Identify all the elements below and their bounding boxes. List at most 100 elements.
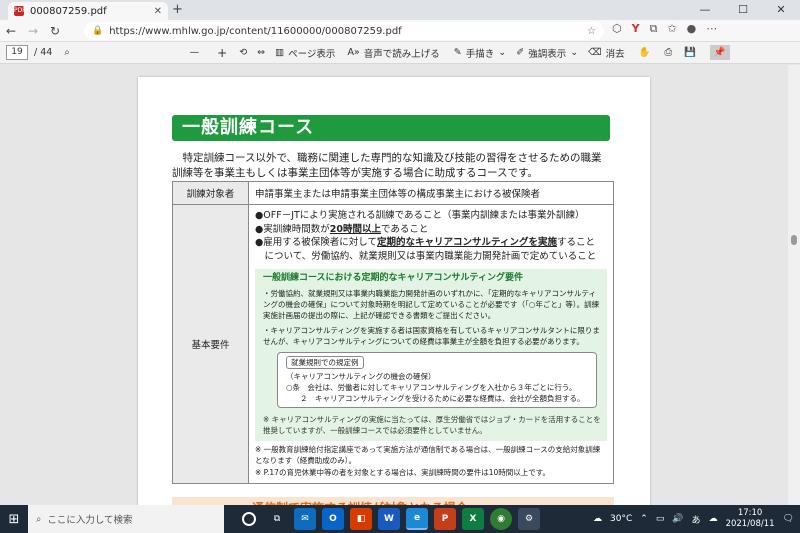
print-icon[interactable]: ⎙ — [664, 47, 672, 58]
minimize-button[interactable]: — — [686, 0, 724, 20]
new-tab-button[interactable]: + — [172, 2, 183, 17]
windows-start-icon[interactable]: ⊞ — [0, 512, 28, 527]
intro-text: 特定訓練コース以外で、職務に関連した専門的な知識及び技能の習得をさせるための職業… — [172, 152, 602, 179]
next-section-heading: 通信制で実施する訓練が対象となる場合 — [172, 497, 614, 505]
page-title: 一般訓練コース — [172, 115, 610, 141]
weather-temp[interactable]: 30°C — [610, 514, 632, 524]
taskbar: ⊞ ⌕ ここに入力して検索 ⧉ ✉ O ◧ W e P X ◉ ⚙ ☁ 30°C… — [0, 505, 800, 533]
url-field[interactable]: 🔒 https://www.mhlw.go.jp/content/1160000… — [84, 22, 604, 40]
office-icon[interactable]: ◧ — [350, 508, 372, 530]
fit-page-icon[interactable]: ⇔ — [257, 47, 265, 58]
edge-icon[interactable]: e — [406, 508, 428, 530]
page-view-button[interactable]: ▥ ページ表示 — [275, 46, 335, 60]
table-row: 訓練対象者 申請事業主または申請事業主団体等の構成事業主における被保険者 — [172, 181, 614, 205]
draw-label: 手描き — [465, 48, 495, 60]
system-tray: ☁ 30°C ⌃ ▭ 🔊 あ ☁ 17:10 2021/08/11 🗨 — [593, 508, 800, 530]
cortana-icon[interactable] — [242, 512, 256, 526]
window-controls: — ☐ ✕ — [686, 0, 800, 20]
tab-title: 000807259.pdf — [30, 5, 107, 17]
volume-icon[interactable]: 🔊 — [672, 514, 683, 524]
onedrive-icon[interactable]: ☁ — [709, 514, 718, 524]
refresh-icon[interactable]: ↻ — [44, 24, 66, 38]
clock[interactable]: 17:10 2021/08/11 — [726, 508, 775, 530]
browser-actions: ⬡ Y ⧉ ✩ ● ⋯ — [612, 22, 717, 36]
highlight-label: 強調表示 — [528, 48, 567, 60]
requirement-3-cont: について、労働協約、就業規則又は事業内職業能力開発計画で定めていること — [255, 250, 597, 262]
page-number-input[interactable]: 19 — [6, 45, 28, 60]
maximize-button[interactable]: ☐ — [724, 0, 762, 20]
green-box-paragraph: ・労働協約、就業規則又は事業内職業能力開発計画のいずれかに、「定期的なキャリアコ… — [263, 289, 600, 320]
tab-close-icon[interactable]: ✕ — [154, 6, 162, 17]
clock-date: 2021/08/11 — [725, 519, 775, 529]
document-viewport[interactable]: 一般訓練コース 特定訓練コース以外で、職務に関連した専門的な知識及び技能の習得を… — [0, 65, 800, 505]
requirement-text: ●雇用する被保険者に対して — [255, 237, 378, 248]
erase-button[interactable]: ⌫ 消去 — [588, 46, 624, 60]
requirement-text: すること — [556, 237, 595, 248]
pdf-icon: PDF — [14, 6, 26, 16]
lock-icon: 🔒 — [92, 26, 104, 36]
pin-icon[interactable]: 📌 — [709, 45, 730, 60]
outlook-icon[interactable]: O — [322, 508, 344, 530]
task-view-icon[interactable]: ⧉ — [266, 508, 288, 530]
table-row: 基本要件 ●OFF－JTにより実施される訓練であること（事業内訓練または事業外訓… — [172, 204, 614, 484]
rule-line: ２ キャリアコンサルティングを受けるために必要な経費は、会社が全額負担する。 — [300, 394, 585, 403]
word-icon[interactable]: W — [378, 508, 400, 530]
taskbar-search[interactable]: ⌕ ここに入力して検索 — [28, 505, 224, 533]
requirement-2: ●実訓練時間数が20時間以上であること — [255, 223, 607, 237]
search-icon[interactable]: ⌕ — [64, 47, 69, 58]
requirement-emphasis: 定期的なキャリアコンサルティングを実施 — [377, 237, 557, 248]
network-icon[interactable]: ▭ — [656, 514, 665, 524]
save-icon[interactable]: 💾 — [684, 47, 696, 58]
page-total: / 44 — [34, 47, 53, 58]
read-aloud-button[interactable]: A» 音声で読み上げる — [347, 46, 439, 60]
green-box-paragraph: ・キャリアコンサルティングを実施する者は国家資格を有しているキャリアコンサルタン… — [263, 326, 600, 346]
taskbar-apps: ⧉ ✉ O ◧ W e P X ◉ ⚙ — [238, 508, 540, 530]
back-icon[interactable]: ← — [0, 24, 22, 38]
address-bar: ← → ↻ 🔒 https://www.mhlw.go.jp/content/1… — [0, 20, 800, 42]
more-menu-icon[interactable]: ⋯ — [706, 22, 717, 36]
favorite-star-icon[interactable]: ☆ — [587, 26, 596, 37]
read-aloud-label: 音声で読み上げる — [363, 48, 440, 60]
pdf-toolbar: 19 / 44 ⌕ — + ⟲ ⇔ ▥ ページ表示 A» 音声で読み上げる ✎ … — [0, 42, 800, 64]
page-view-icon: ▥ — [275, 47, 285, 58]
ime-indicator[interactable]: あ — [692, 513, 701, 526]
mail-icon[interactable]: ✉ — [294, 508, 316, 530]
clock-time: 17:10 — [737, 508, 763, 518]
weather-icon[interactable]: ☁ — [593, 514, 602, 524]
extension-icon[interactable]: ⬡ — [612, 22, 622, 36]
close-window-button[interactable]: ✕ — [762, 0, 800, 20]
green-box-title: 一般訓練コースにおける定期的なキャリアコンサルティング要件 — [263, 273, 524, 283]
vertical-scrollbar[interactable] — [788, 65, 800, 505]
tab-pdf[interactable]: PDF 000807259.pdf ✕ — [8, 2, 168, 20]
favorites-icon[interactable]: ✩ — [667, 22, 676, 36]
powerpoint-icon[interactable]: P — [434, 508, 456, 530]
touch-icon[interactable]: ✋ — [639, 47, 651, 58]
green-box-footnote: ※ キャリアコンサルティングの実施に当たっては、厚生労働省ではジョブ・カードを活… — [263, 415, 601, 435]
pen-icon: ✎ — [453, 47, 462, 58]
tray-overflow-icon[interactable]: ⌃ — [640, 514, 648, 524]
highlight-button[interactable]: ✐ 強調表示 ⌄ — [516, 46, 578, 60]
excel-icon[interactable]: X — [462, 508, 484, 530]
collections-icon[interactable]: ⧉ — [650, 22, 658, 36]
forward-icon[interactable]: → — [22, 24, 44, 38]
requirement-text: ●実訓練時間数が — [255, 223, 330, 235]
chrome-icon[interactable]: ◉ — [490, 508, 512, 530]
row-content: ●OFF－JTにより実施される訓練であること（事業内訓練または事業外訓練） ●実… — [248, 204, 614, 484]
search-icon: ⌕ — [36, 513, 42, 525]
rule-line: （キャリアコンサルティングの機会の確保） — [286, 372, 436, 381]
settings-icon[interactable]: ⚙ — [518, 508, 540, 530]
row-header: 基本要件 — [172, 204, 249, 484]
read-aloud-icon: A» — [347, 47, 360, 58]
draw-button[interactable]: ✎ 手描き ⌄ — [454, 46, 506, 60]
notification-icon[interactable]: 🗨 — [783, 514, 794, 524]
zoom-in-button[interactable]: + — [217, 46, 227, 60]
requirement-text: であること — [381, 223, 429, 235]
zoom-out-button[interactable]: — — [190, 47, 200, 58]
extension-y-icon[interactable]: Y — [632, 22, 640, 36]
rule-example-tag: 就業規則での規定例 — [286, 356, 364, 369]
chevron-down-icon: ⌄ — [498, 47, 507, 58]
scrollbar-thumb[interactable] — [791, 235, 797, 245]
rotate-icon[interactable]: ⟲ — [239, 47, 247, 58]
requirement-3: ●雇用する被保険者に対して定期的なキャリアコンサルティングを実施すること — [255, 236, 607, 250]
profile-icon[interactable]: ● — [687, 22, 697, 36]
